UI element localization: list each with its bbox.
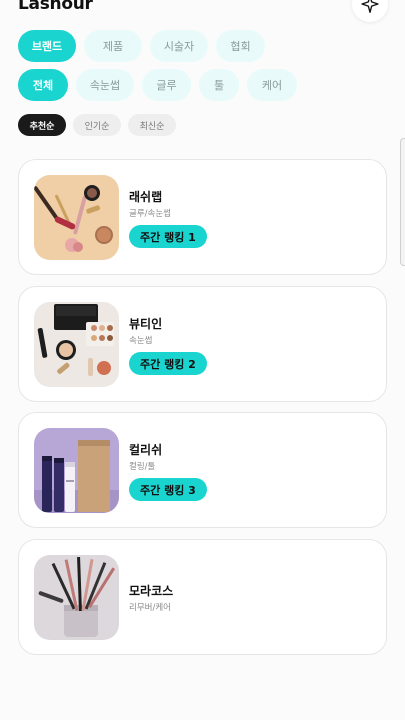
rank-badge: 주간 랭킹 2: [129, 352, 207, 375]
brand-name: 컬리쉬: [129, 443, 163, 457]
brand-card[interactable]: 컬리쉬 컬링/툴 주간 랭킹 3: [18, 412, 387, 528]
sparkle-icon: [361, 0, 379, 13]
brand-card[interactable]: 뷰티인 속눈썹 주간 랭킹 2: [18, 286, 387, 402]
app-title: Lashour: [18, 0, 93, 14]
filter-glue[interactable]: 글루: [142, 69, 191, 101]
rank-badge: 주간 랭킹 1: [129, 225, 207, 248]
sort-options: 추천순 인기순 최신순: [18, 114, 183, 136]
tab-product[interactable]: 제품: [84, 30, 142, 62]
brand-category: 속눈썹: [129, 336, 153, 346]
category-tabs: 브랜드 제품 시술자 협회: [18, 30, 273, 62]
brand-card[interactable]: 래쉬랩 글루/속눈썹 주간 랭킹 1: [18, 159, 387, 275]
brand-name: 래쉬랩: [129, 190, 163, 204]
brand-card[interactable]: 모라코스 리무버/케어: [18, 539, 387, 655]
brand-category: 컬링/툴: [129, 462, 156, 472]
brand-image: [34, 555, 119, 640]
filter-tabs: 전체 속눈썹 글루 툴 케어: [18, 69, 305, 101]
filter-all[interactable]: 전체: [18, 69, 68, 101]
sort-latest[interactable]: 최신순: [128, 114, 176, 136]
filter-tool[interactable]: 툴: [199, 69, 239, 101]
tab-association[interactable]: 협회: [216, 30, 265, 62]
filter-eyelash[interactable]: 속눈썹: [76, 69, 134, 101]
brand-category: 글루/속눈썹: [129, 209, 171, 219]
brand-image: [34, 302, 119, 387]
sort-popular[interactable]: 인기순: [73, 114, 121, 136]
brand-image: [34, 175, 119, 260]
brand-name: 뷰티인: [129, 317, 163, 331]
rank-badge: 주간 랭킹 3: [129, 478, 207, 501]
top-bar: Lashour: [0, 0, 405, 24]
tab-artist[interactable]: 시술자: [150, 30, 208, 62]
sort-recommended[interactable]: 추천순: [18, 114, 66, 136]
tab-brand[interactable]: 브랜드: [18, 30, 76, 62]
sparkle-button[interactable]: [352, 0, 388, 22]
scroll-handle[interactable]: [400, 138, 405, 266]
brand-image: [34, 428, 119, 513]
brand-category: 리무버/케어: [129, 603, 171, 613]
brand-name: 모라코스: [129, 584, 174, 598]
filter-care[interactable]: 케어: [247, 69, 297, 101]
